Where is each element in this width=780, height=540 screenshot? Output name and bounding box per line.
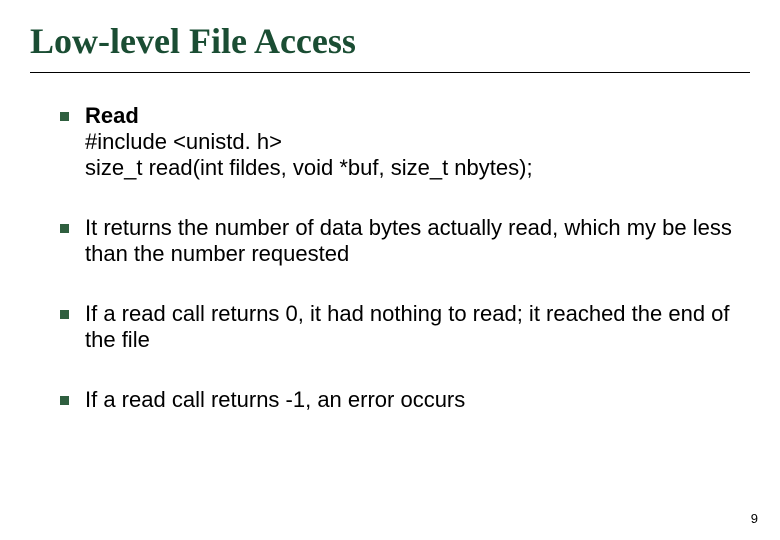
item-text: If a read call returns -1, an error occu… <box>85 387 465 412</box>
square-bullet-icon <box>60 396 69 405</box>
square-bullet-icon <box>60 112 69 121</box>
item-text: It returns the number of data bytes actu… <box>85 215 732 266</box>
list-item-body: If a read call returns 0, it had nothing… <box>85 301 740 353</box>
item-text: If a read call returns 0, it had nothing… <box>85 301 730 352</box>
content-area: Read #include <unistd. h> size_t read(in… <box>30 103 750 413</box>
item-heading: Read <box>85 103 139 128</box>
slide: Low-level File Access Read #include <uni… <box>0 0 780 540</box>
list-item: It returns the number of data bytes actu… <box>60 215 740 267</box>
square-bullet-icon <box>60 224 69 233</box>
code-line: size_t read(int fildes, void *buf, size_… <box>85 155 533 180</box>
square-bullet-icon <box>60 310 69 319</box>
code-line: #include <unistd. h> <box>85 129 282 154</box>
list-item-body: If a read call returns -1, an error occu… <box>85 387 740 413</box>
list-item: If a read call returns -1, an error occu… <box>60 387 740 413</box>
list-item-body: It returns the number of data bytes actu… <box>85 215 740 267</box>
list-item: Read #include <unistd. h> size_t read(in… <box>60 103 740 181</box>
title-underline <box>30 72 750 73</box>
page-number: 9 <box>751 511 758 526</box>
list-item: If a read call returns 0, it had nothing… <box>60 301 740 353</box>
slide-title: Low-level File Access <box>30 20 750 66</box>
list-item-body: Read #include <unistd. h> size_t read(in… <box>85 103 740 181</box>
